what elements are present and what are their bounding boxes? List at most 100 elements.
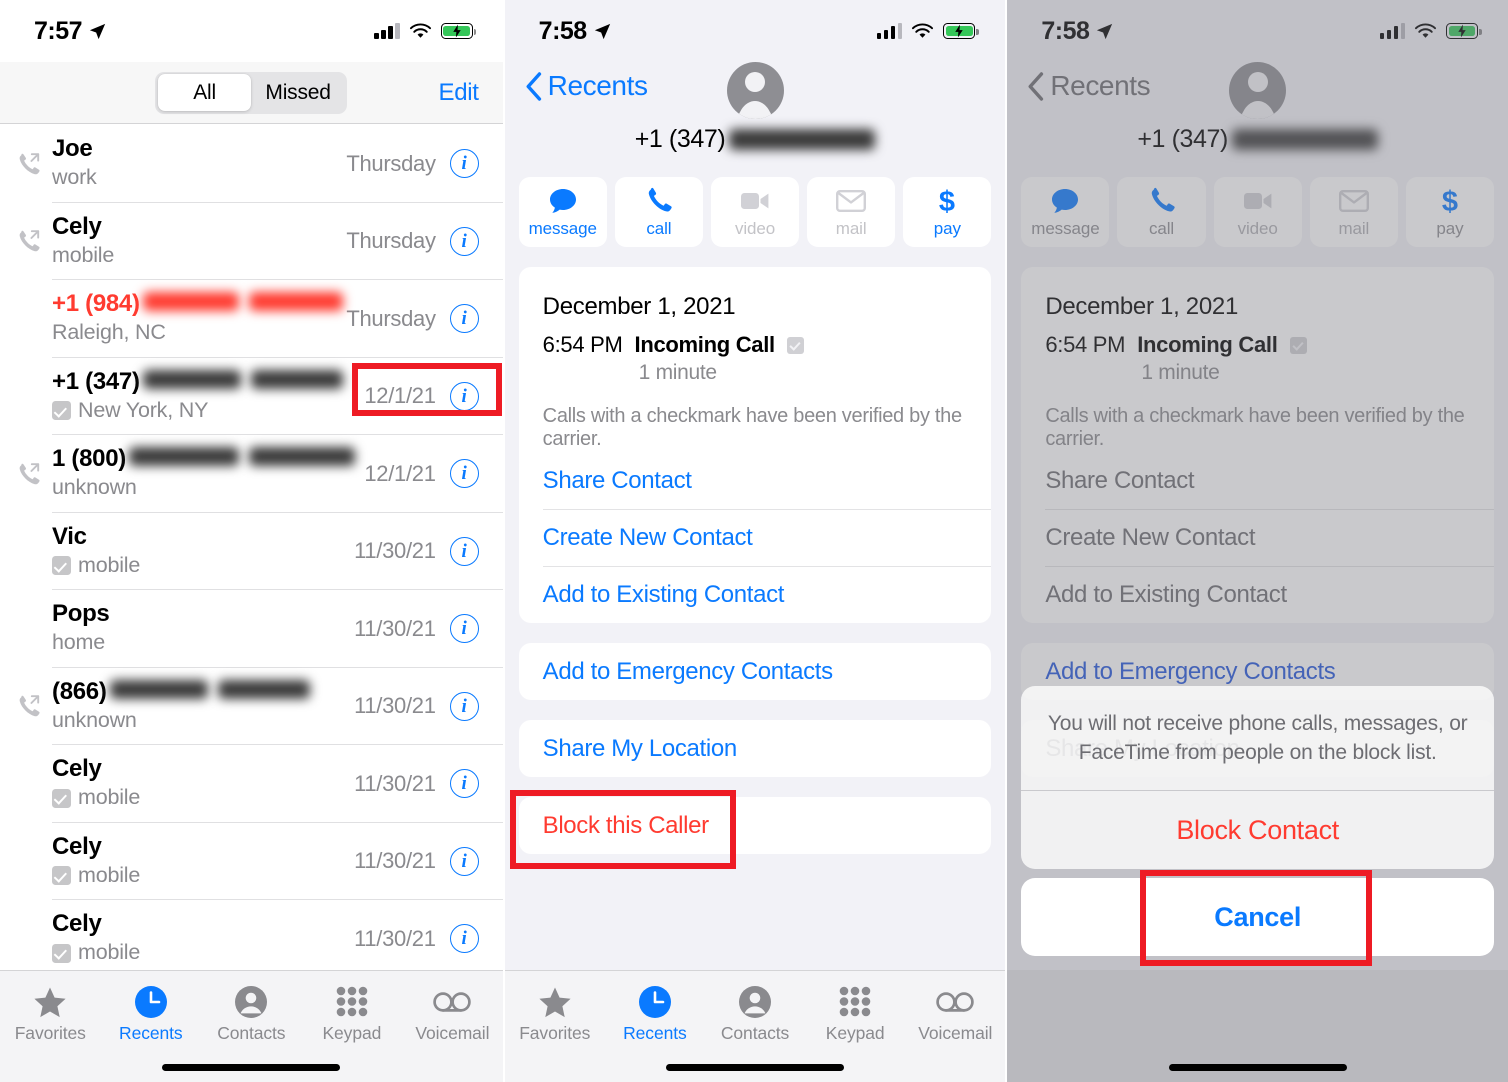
call-subtitle: unknown [52, 708, 354, 734]
quick-action-label: call [646, 218, 672, 238]
status-bar: 7:57 [0, 0, 503, 62]
call-date: Thursday [346, 150, 436, 176]
call-subtitle-text: New York, NY [78, 397, 209, 422]
call-list-item[interactable]: Cely mobile 11/30/21 i [0, 900, 503, 978]
quick-action-message[interactable]: message [518, 177, 607, 247]
tab-contacts[interactable]: Contacts [201, 985, 302, 1044]
call-info: Pops home [52, 601, 354, 656]
clock-icon [134, 985, 168, 1019]
redacted-number-blur [729, 129, 876, 150]
tab-contacts[interactable]: Contacts [705, 985, 805, 1044]
call-detail-card: December 1, 2021 6:54 PM Incoming Call 1… [518, 267, 992, 473]
call-direction-cell [0, 151, 52, 177]
call-list-item[interactable]: +1 (347) New York, NY 12/1/21 i [0, 358, 503, 435]
call-name-text: (866) [52, 677, 107, 705]
edit-button[interactable]: Edit [439, 79, 479, 107]
tab-keypad[interactable]: Keypad [805, 985, 905, 1044]
call-list-item[interactable]: Cely mobile Thursday i [0, 203, 503, 280]
quick-action-label: message [528, 218, 597, 238]
outgoing-call-icon [19, 153, 40, 175]
call-direction-cell [0, 228, 52, 254]
call-duration: 1 minute [638, 361, 717, 384]
call-info-button[interactable]: i [449, 536, 479, 566]
call-name-text: Cely [52, 755, 102, 783]
contact-detail-view: 7:58 Recents +1 (347) message call video… [504, 0, 1006, 1082]
call-info: +1 (984) Raleigh, NC [52, 291, 346, 346]
segment-all[interactable]: All [157, 74, 252, 111]
call-subtitle: mobile [52, 243, 346, 269]
call-meta: 11/30/21 i [354, 846, 479, 876]
call-list-item[interactable]: Cely mobile 11/30/21 i [0, 745, 503, 823]
menu-item-create-new-contact[interactable]: Create New Contact [519, 509, 992, 566]
contact-actions-group-2[interactable]: Add to Emergency Contacts [518, 643, 992, 700]
call-subtitle-text: mobile [78, 862, 141, 887]
call-name: Pops [52, 601, 354, 628]
call-list-item[interactable]: (866) unknown 11/30/21 i [0, 668, 503, 745]
tab-recents[interactable]: Recents [101, 985, 202, 1044]
call-info: 1 (800) unknown [52, 446, 364, 501]
call-list-item[interactable]: +1 (984) Raleigh, NC Thursday i [0, 280, 503, 358]
quick-actions-row[interactable]: message call video mail $ pay [518, 177, 992, 247]
call-name: +1 (347) [52, 368, 364, 396]
tab-keypad[interactable]: Keypad [302, 985, 403, 1044]
avatar [726, 62, 784, 119]
contact-actions-group-1[interactable]: Share Contact Create New Contact Add to Ex… [518, 452, 992, 623]
segment-missed[interactable]: Missed [251, 74, 345, 111]
carrier-verification-note: Calls with a checkmark have been verifie… [542, 405, 962, 450]
call-subtitle-text: mobile [78, 940, 141, 965]
call-info-button[interactable]: i [449, 769, 479, 799]
call-name-text: 1 (800) [52, 445, 126, 473]
menu-item-share-my-location[interactable]: Share My Location [519, 720, 992, 777]
recents-call-list[interactable]: Joe work Thursday i Cely mobile Thursday… [0, 125, 503, 978]
menu-item-share-contact[interactable]: Share Contact [519, 452, 992, 509]
menu-item-block-this-caller[interactable]: Block this Caller [519, 797, 992, 854]
all-missed-segmented-control[interactable]: All Missed [155, 71, 348, 114]
call-info: Cely mobile [52, 756, 354, 811]
call-list-item[interactable]: Vic mobile 11/30/21 i [0, 513, 503, 590]
call-date: 11/30/21 [354, 615, 436, 641]
call-name: Cely [52, 213, 346, 241]
call-info-button[interactable]: i [449, 226, 479, 256]
tab-label: Voicemail [415, 1023, 490, 1043]
call-type: Incoming Call [634, 332, 776, 357]
call-subtitle: home [52, 630, 354, 656]
action-sheet-message: You will not receive phone calls, messag… [1021, 686, 1495, 791]
call-info: Cely mobile [52, 911, 354, 966]
menu-item-add-to-emergency-contacts[interactable]: Add to Emergency Contacts [519, 643, 992, 700]
call-list-item[interactable]: Joe work Thursday i [0, 125, 503, 203]
call-subtitle: mobile [52, 863, 354, 889]
call-info-button[interactable]: i [449, 691, 479, 721]
block-contact-button[interactable]: Block Contact [1021, 791, 1494, 869]
call-info-button[interactable]: i [449, 381, 479, 411]
quick-action-pay[interactable]: $ pay [903, 177, 992, 247]
call-name: Joe [52, 136, 346, 163]
block-contact-action-sheet[interactable]: You will not receive phone calls, messag… [1021, 686, 1495, 956]
tab-voicemail[interactable]: Voicemail [905, 985, 1005, 1044]
tab-favorites[interactable]: Favorites [505, 985, 605, 1044]
outgoing-call-icon [19, 463, 40, 485]
call-name-text: Pops [52, 600, 110, 628]
call-list-item[interactable]: 1 (800) unknown 12/1/21 i [0, 435, 503, 513]
menu-item-add-to-existing-contact[interactable]: Add to Existing Contact [519, 566, 992, 623]
tab-recents[interactable]: Recents [605, 985, 705, 1044]
quick-action-call[interactable]: call [614, 177, 703, 247]
call-list-item[interactable]: Cely mobile 11/30/21 i [0, 823, 503, 900]
call-info: Joe work [52, 136, 346, 191]
block-caller-group[interactable]: Block this Caller [518, 797, 992, 854]
cancel-button[interactable]: Cancel [1021, 878, 1495, 956]
contact-actions-group-3[interactable]: Share My Location [518, 720, 992, 777]
person-circle-icon [234, 985, 268, 1019]
call-info-button[interactable]: i [449, 924, 479, 954]
back-label: Recents [547, 70, 648, 101]
tab-favorites[interactable]: Favorites [0, 985, 101, 1044]
call-info-button[interactable]: i [449, 846, 479, 876]
call-info-button[interactable]: i [449, 459, 479, 489]
call-info-button[interactable]: i [449, 304, 479, 334]
call-subtitle: mobile [52, 940, 354, 966]
tab-voicemail[interactable]: Voicemail [402, 985, 503, 1044]
voicemail-icon [432, 985, 472, 1019]
call-list-item[interactable]: Pops home 11/30/21 i [0, 590, 503, 668]
back-to-recents-button[interactable]: Recents [525, 70, 648, 102]
call-info-button[interactable]: i [449, 614, 479, 644]
call-info-button[interactable]: i [449, 149, 479, 179]
